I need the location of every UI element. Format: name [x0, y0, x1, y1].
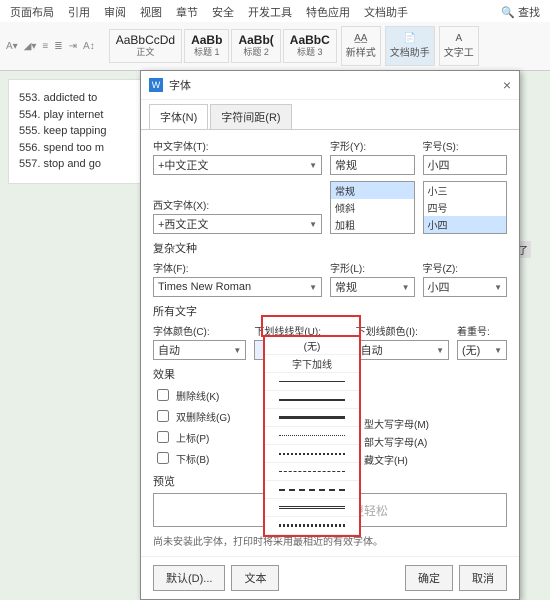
cancel-button[interactable]: 取消 — [459, 565, 507, 591]
ribbon: 页面布局 引用 审阅 视图 章节 安全 开发工具 特色应用 文档助手 🔍 查找 … — [0, 0, 550, 71]
dialog-title: 字体 — [169, 77, 191, 93]
tab[interactable]: 开发工具 — [248, 4, 292, 20]
new-style-button[interactable]: A̲A̲新样式 — [341, 26, 381, 66]
underline-option[interactable] — [265, 463, 359, 481]
ok-button[interactable]: 确定 — [405, 565, 453, 591]
text-effect-button[interactable]: 文本 — [231, 565, 279, 591]
list-icon[interactable]: ≣ — [54, 41, 62, 52]
tab[interactable]: 章节 — [176, 4, 198, 20]
en-font-combo[interactable]: +西文正文▼ — [153, 214, 322, 234]
tab-spacing[interactable]: 字符间距(R) — [210, 104, 291, 129]
underline-option[interactable] — [265, 517, 359, 535]
underline-option[interactable] — [265, 445, 359, 463]
ribbon-tabs: 页面布局 引用 审阅 视图 章节 安全 开发工具 特色应用 文档助手 🔍 查找 — [0, 0, 550, 22]
text-line: 555. keep tapping — [19, 123, 157, 140]
color-combo[interactable]: 自动▼ — [153, 340, 246, 360]
default-button[interactable]: 默认(D)... — [153, 565, 225, 591]
tab[interactable]: 引用 — [68, 4, 90, 20]
color-label: 字体颜色(C): — [153, 323, 246, 338]
size2-label: 字号(Z): — [423, 260, 508, 275]
text-line: 557. stop and go — [19, 156, 157, 173]
app-icon: W — [149, 78, 163, 92]
text-line: 553. addicted to — [19, 90, 157, 107]
smallcaps-check[interactable]: 型大写字母(M) — [364, 416, 507, 431]
font-combo[interactable]: Times New Roman▼ — [153, 277, 322, 297]
underline-option[interactable] — [265, 391, 359, 409]
search-label[interactable]: 🔍 查找 — [501, 4, 540, 20]
size-label: 字号(S): — [423, 138, 508, 153]
underline-option[interactable] — [265, 499, 359, 517]
style-h3[interactable]: AaBbC标题 3 — [283, 29, 337, 62]
emphasis-combo[interactable]: (无)▼ — [457, 340, 507, 360]
style-listbox[interactable]: 常规 倾斜 加粗 — [330, 181, 415, 234]
font-label: 字体(F): — [153, 260, 322, 275]
complex-section-label: 复杂文种 — [153, 240, 507, 256]
size2-combo[interactable]: 小四▼ — [423, 277, 508, 297]
underline-option[interactable] — [265, 373, 359, 391]
font-color-icon[interactable]: A▾ — [6, 41, 18, 52]
chevron-down-icon: ▼ — [494, 346, 502, 355]
dialog-tabs: 字体(N) 字符间距(R) — [141, 100, 519, 130]
emphasis-label: 着重号: — [457, 323, 507, 338]
text-tool-button[interactable]: A文字工 — [439, 26, 479, 66]
underline-color-combo[interactable]: 自动▼ — [356, 340, 449, 360]
highlight-icon[interactable]: ◢▾ — [24, 41, 37, 52]
chevron-down-icon: ▼ — [402, 283, 410, 292]
text-line: 554. play internet — [19, 107, 157, 124]
close-icon[interactable]: × — [503, 77, 511, 93]
style-h1[interactable]: AaBb标题 1 — [184, 29, 229, 62]
style2-combo[interactable]: 常规▼ — [330, 277, 415, 297]
size-listbox[interactable]: 小三 四号 小四 — [423, 181, 508, 234]
style-combo[interactable]: 常规 — [330, 155, 415, 175]
underline-color-label: 下划线颜色(I): — [356, 323, 449, 338]
size-combo[interactable]: 小四 — [423, 155, 508, 175]
chevron-down-icon: ▼ — [494, 283, 502, 292]
align-icon[interactable]: ≡ — [42, 41, 48, 52]
hidden-check[interactable]: 藏文字(H) — [364, 452, 507, 467]
underline-dropdown: (无) 字下加线 — [263, 335, 361, 537]
cn-font-combo[interactable]: +中文正文▼ — [153, 155, 322, 175]
tab[interactable]: 视图 — [140, 4, 162, 20]
chevron-down-icon: ▼ — [436, 346, 444, 355]
tab[interactable]: 页面布局 — [10, 4, 54, 20]
tab[interactable]: 文档助手 — [364, 4, 408, 20]
chevron-down-icon: ▼ — [233, 346, 241, 355]
cn-font-label: 中文字体(T): — [153, 138, 322, 153]
style-normal[interactable]: AaBbCcDd正文 — [109, 29, 182, 62]
tab[interactable]: 特色应用 — [306, 4, 350, 20]
alltext-section-label: 所有文字 — [153, 303, 507, 319]
tab[interactable]: 审阅 — [104, 4, 126, 20]
chevron-down-icon: ▼ — [309, 161, 317, 170]
toolbar: A▾ ◢▾ ≡ ≣ ⇥ A↕ AaBbCcDd正文 AaBb标题 1 AaBb(… — [0, 22, 550, 70]
underline-option-word[interactable]: 字下加线 — [265, 355, 359, 373]
indent-icon[interactable]: ⇥ — [69, 41, 77, 52]
chevron-down-icon: ▼ — [309, 283, 317, 292]
allcaps-check[interactable]: 部大写字母(A) — [364, 434, 507, 449]
en-font-label: 西文字体(X): — [153, 197, 322, 212]
tab[interactable]: 安全 — [212, 4, 234, 20]
style2-label: 字形(L): — [330, 260, 415, 275]
style-label: 字形(Y): — [330, 138, 415, 153]
underline-option[interactable] — [265, 481, 359, 499]
dialog-titlebar: W 字体 × — [141, 71, 519, 100]
char-icon[interactable]: A↕ — [83, 41, 95, 52]
underline-option[interactable] — [265, 427, 359, 445]
doc-helper-button[interactable]: 📄文档助手 — [385, 26, 435, 66]
tab-font[interactable]: 字体(N) — [149, 104, 208, 129]
style-h2[interactable]: AaBb(标题 2 — [231, 29, 280, 62]
underline-option[interactable] — [265, 409, 359, 427]
underline-option-none[interactable]: (无) — [265, 337, 359, 355]
text-line: 556. spend too m — [19, 140, 157, 157]
chevron-down-icon: ▼ — [309, 220, 317, 229]
